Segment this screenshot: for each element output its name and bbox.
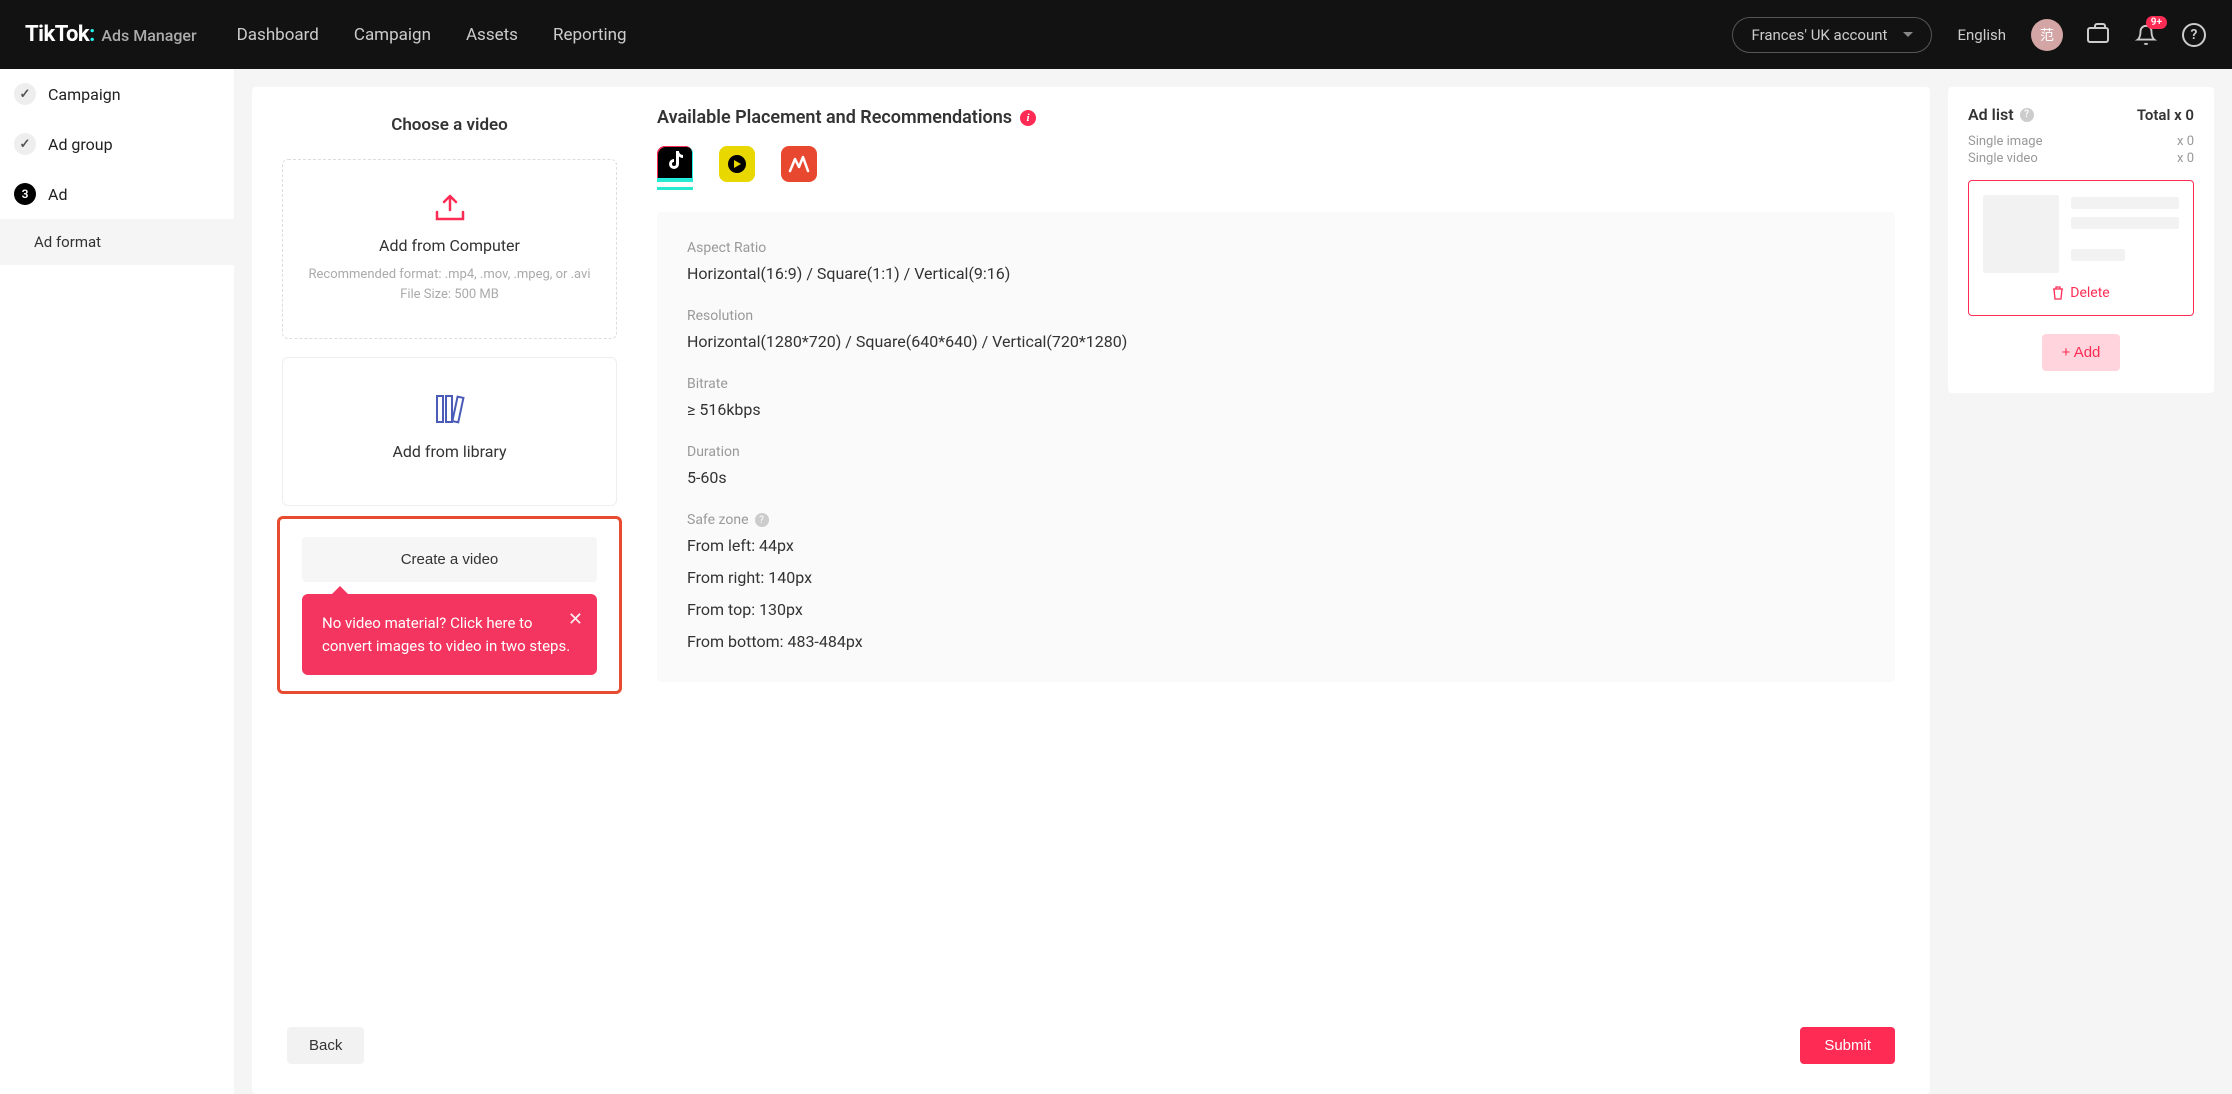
choose-video-title: Choose a video <box>282 115 617 135</box>
sidebar-step-adgroup[interactable]: Ad group <box>0 119 234 169</box>
step-label: Ad group <box>48 135 113 154</box>
library-title: Add from library <box>303 442 596 461</box>
spec-duration-label: Duration <box>687 444 1865 460</box>
account-dropdown[interactable]: Frances' UK account <box>1732 17 1932 53</box>
placement-app-buzzvideo[interactable] <box>719 146 755 182</box>
language-selector[interactable]: English <box>1957 26 2006 44</box>
ad-list-row-label: Single image <box>1968 134 2042 149</box>
sidebar-step-ad[interactable]: 3 Ad <box>0 169 234 219</box>
main-card: Choose a video Add from Computer Recomme… <box>252 87 1930 1094</box>
step-label: Campaign <box>48 85 121 104</box>
ad-list-row: Single image x 0 <box>1968 134 2194 149</box>
create-video-highlight: Create a video No video material? Click … <box>277 516 622 694</box>
help-icon[interactable]: ? <box>755 513 769 527</box>
spec-duration-value: 5-60s <box>687 466 1865 490</box>
nav-campaign[interactable]: Campaign <box>354 25 431 45</box>
delete-label: Delete <box>2070 285 2109 301</box>
spec-safezone-top: From top: 130px <box>687 598 1865 622</box>
spec-safezone-bottom: From bottom: 483-484px <box>687 630 1865 654</box>
briefcase-icon[interactable] <box>2085 22 2111 48</box>
placement-app-topbuzz[interactable] <box>781 146 817 182</box>
check-icon <box>14 133 36 155</box>
add-ad-button[interactable]: + Add <box>2042 334 2121 371</box>
step-sidebar: Campaign Ad group 3 Ad Ad format <box>0 69 234 1094</box>
logo-subtitle: Ads Manager <box>101 26 196 45</box>
footer-buttons: Back Submit <box>252 1005 1930 1094</box>
step-number-badge: 3 <box>14 183 36 205</box>
sidebar-step-campaign[interactable]: Campaign <box>0 69 234 119</box>
placement-title-text: Available Placement and Recommendations <box>657 107 1012 128</box>
top-navbar: TikTok: Ads Manager Dashboard Campaign A… <box>0 0 2232 69</box>
info-icon[interactable]: i <box>1020 110 1036 126</box>
tooltip-text: No video material? Click here to convert… <box>322 614 570 655</box>
ad-list-row: Single video x 0 <box>1968 151 2194 166</box>
ad-list-card: Ad list? Total x 0 Single image x 0 Sing… <box>1948 87 2214 393</box>
preview-thumbnail <box>1983 195 2059 273</box>
upload-from-computer[interactable]: Add from Computer Recommended format: .m… <box>282 159 617 339</box>
create-video-tooltip: No video material? Click here to convert… <box>302 594 597 675</box>
library-icon <box>435 392 465 424</box>
back-button[interactable]: Back <box>287 1027 364 1064</box>
help-icon[interactable]: ? <box>2020 108 2034 122</box>
close-icon[interactable]: ✕ <box>568 606 583 633</box>
sidebar-substep-adformat[interactable]: Ad format <box>0 219 234 265</box>
check-icon <box>14 83 36 105</box>
spec-panel: Aspect Ratio Horizontal(16:9) / Square(1… <box>657 212 1895 682</box>
help-icon[interactable]: ? <box>2181 22 2207 48</box>
spec-bitrate-label: Bitrate <box>687 376 1865 392</box>
ad-preview-card[interactable]: Delete <box>1968 180 2194 316</box>
ad-list-row-label: Single video <box>1968 151 2038 166</box>
placement-heading: Available Placement and Recommendations … <box>657 107 1895 128</box>
notifications-icon[interactable]: 9+ <box>2133 22 2159 48</box>
upload-title: Add from Computer <box>303 236 596 255</box>
upload-icon <box>433 194 467 222</box>
placement-app-tiktok[interactable] <box>657 146 693 182</box>
preview-placeholder-lines <box>2071 195 2179 273</box>
spec-resolution-label: Resolution <box>687 308 1865 324</box>
notification-badge: 9+ <box>2146 16 2167 29</box>
ad-list-total: Total x 0 <box>2137 106 2194 124</box>
create-video-button[interactable]: Create a video <box>302 537 597 582</box>
ad-list-title: Ad list? <box>1968 105 2034 124</box>
nav-reporting[interactable]: Reporting <box>553 25 627 45</box>
nav-dashboard[interactable]: Dashboard <box>237 25 319 45</box>
chevron-down-icon <box>1903 32 1913 37</box>
logo-dot: : <box>89 22 95 47</box>
account-name: Frances' UK account <box>1751 26 1887 44</box>
spec-safezone-right: From right: 140px <box>687 566 1865 590</box>
trash-icon <box>2052 286 2064 300</box>
upload-hint-size: File Size: 500 MB <box>303 285 596 305</box>
avatar[interactable]: 范 <box>2031 19 2063 51</box>
ad-list-row-count: x 0 <box>2177 134 2194 149</box>
spec-aspect-label: Aspect Ratio <box>687 240 1865 256</box>
spec-safezone-label: Safe zone? <box>687 512 1865 528</box>
placement-apps <box>657 146 1895 182</box>
spec-resolution-value: Horizontal(1280*720) / Square(640*640) /… <box>687 330 1865 354</box>
logo[interactable]: TikTok: Ads Manager <box>25 22 197 47</box>
nav-assets[interactable]: Assets <box>466 25 518 45</box>
step-label: Ad <box>48 185 67 204</box>
spec-bitrate-value: ≥ 516kbps <box>687 398 1865 422</box>
nav-items: Dashboard Campaign Assets Reporting <box>237 25 627 45</box>
upload-hint: Recommended format: .mp4, .mov, .mpeg, o… <box>303 265 596 285</box>
ad-list-row-count: x 0 <box>2177 151 2194 166</box>
delete-button[interactable]: Delete <box>1983 285 2179 301</box>
logo-text: TikTok <box>25 22 89 47</box>
spec-aspect-value: Horizontal(16:9) / Square(1:1) / Vertica… <box>687 262 1865 286</box>
submit-button[interactable]: Submit <box>1800 1027 1895 1064</box>
add-from-library[interactable]: Add from library <box>282 357 617 506</box>
spec-safezone-left: From left: 44px <box>687 534 1865 558</box>
